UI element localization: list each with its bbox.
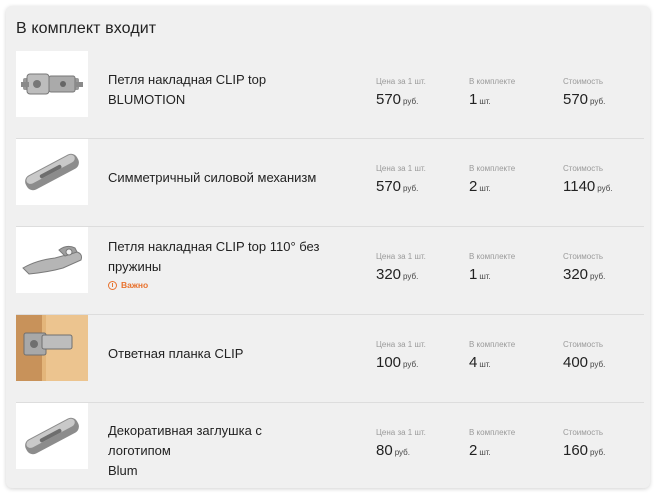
- section-title: В комплект входит: [16, 20, 157, 37]
- qty-value: 2 шт.: [469, 178, 491, 195]
- cost-value: 570 руб.: [563, 91, 606, 108]
- cost-value: 400 руб.: [563, 354, 606, 371]
- list-item[interactable]: Петля накладная CLIP top 110° без пружин…: [14, 227, 644, 315]
- cost-label: Стоимость: [563, 164, 604, 173]
- list-item[interactable]: Ответная планка CLIP Цена за 1 шт. 100 ру…: [14, 315, 644, 403]
- list-item[interactable]: Петля накладная CLIP top BLUMOTION Цена …: [14, 51, 644, 139]
- list-item[interactable]: Симметричный силовой механизм Цена за 1 …: [14, 139, 644, 227]
- product-name[interactable]: Ответная планка CLIP: [108, 344, 328, 364]
- price-value: 570 руб.: [376, 178, 419, 195]
- cost-value: 320 руб.: [563, 266, 606, 283]
- price-label: Цена за 1 шт.: [376, 164, 426, 173]
- qty-value: 1 шт.: [469, 266, 491, 283]
- qty-label: В комплекте: [469, 164, 516, 173]
- qty-value: 4 шт.: [469, 354, 491, 371]
- qty-label: В комплекте: [469, 428, 516, 437]
- warning-icon: [108, 280, 117, 290]
- product-name[interactable]: Петля накладная CLIP top BLUMOTION: [108, 70, 328, 110]
- product-name[interactable]: Петля накладная CLIP top 110° без пружин…: [108, 237, 328, 277]
- qty-value: 1 шт.: [469, 91, 491, 108]
- product-image-hinge-arm[interactable]: [16, 227, 88, 293]
- important-warning[interactable]: Важно: [108, 280, 148, 290]
- price-value: 570 руб.: [376, 91, 419, 108]
- qty-value: 2 шт.: [469, 442, 491, 459]
- qty-label: В комплекте: [469, 77, 516, 86]
- product-name[interactable]: Симметричный силовой механизм: [108, 168, 328, 188]
- price-label: Цена за 1 шт.: [376, 428, 426, 437]
- price-label: Цена за 1 шт.: [376, 340, 426, 349]
- product-image-mounting-plate[interactable]: [16, 315, 88, 381]
- product-name[interactable]: Декоративная заглушка с логотипом Blum: [108, 421, 328, 481]
- price-label: Цена за 1 шт.: [376, 77, 426, 86]
- cost-label: Стоимость: [563, 77, 604, 86]
- cost-value: 160 руб.: [563, 442, 606, 459]
- qty-label: В комплекте: [469, 252, 516, 261]
- price-value: 100 руб.: [376, 354, 419, 371]
- product-image-cover-cap[interactable]: [16, 139, 88, 205]
- kit-contents-card: В комплект входит Петля накладная CLIP t…: [6, 6, 650, 488]
- cost-label: Стоимость: [563, 428, 604, 437]
- cost-value: 1140 руб.: [563, 178, 613, 195]
- cost-label: Стоимость: [563, 340, 604, 349]
- list-item[interactable]: Декоративная заглушка с логотипом Blum Ц…: [14, 403, 644, 483]
- price-label: Цена за 1 шт.: [376, 252, 426, 261]
- product-image-decorative-cap[interactable]: [16, 403, 88, 469]
- cost-label: Стоимость: [563, 252, 604, 261]
- product-image-hinge[interactable]: [16, 51, 88, 117]
- price-value: 80 руб.: [376, 442, 410, 459]
- qty-label: В комплекте: [469, 340, 516, 349]
- price-value: 320 руб.: [376, 266, 419, 283]
